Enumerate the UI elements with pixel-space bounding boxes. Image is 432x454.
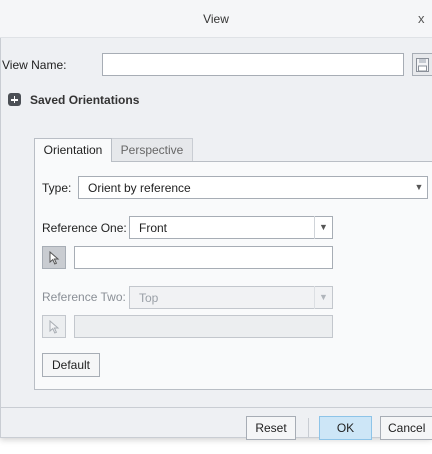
- reference-one-label: Reference One:: [42, 221, 127, 235]
- view-name-input[interactable]: [102, 53, 404, 76]
- window-title: View: [203, 12, 229, 26]
- reference-two-select-button[interactable]: [42, 315, 66, 338]
- type-selected-value: Orient by reference: [88, 181, 191, 195]
- close-icon[interactable]: x: [418, 0, 432, 38]
- footer-divider: [0, 407, 432, 408]
- reference-two-label: Reference Two:: [42, 290, 126, 304]
- pointer-arrow-icon: [49, 320, 60, 334]
- saved-orientations-header[interactable]: Saved Orientations: [30, 93, 139, 107]
- type-label: Type:: [42, 181, 72, 195]
- pointer-arrow-icon: [49, 251, 60, 265]
- view-name-label: View Name:: [2, 58, 67, 72]
- reference-two-field[interactable]: [74, 315, 333, 338]
- reference-two-dropdown[interactable]: [129, 286, 333, 309]
- tab-orientation[interactable]: Orientation: [34, 138, 112, 162]
- reference-one-selected-value: Front: [139, 221, 168, 235]
- tab-perspective[interactable]: Perspective: [111, 138, 193, 161]
- ok-button[interactable]: OK: [319, 416, 372, 440]
- reference-one-select-button[interactable]: [42, 246, 66, 269]
- cancel-button[interactable]: Cancel: [380, 416, 432, 440]
- chevron-down-icon[interactable]: ▼: [314, 286, 332, 309]
- expand-plus-icon[interactable]: [8, 93, 21, 106]
- save-view-button[interactable]: [412, 53, 432, 76]
- button-separator: [308, 418, 309, 438]
- chevron-down-icon[interactable]: ▼: [410, 176, 428, 199]
- default-button[interactable]: Default: [42, 353, 100, 377]
- reference-one-field[interactable]: [74, 246, 333, 269]
- reference-two-selected-value: Top: [139, 291, 159, 305]
- chevron-down-icon[interactable]: ▼: [314, 216, 332, 239]
- save-disk-icon: [416, 58, 429, 72]
- reset-button[interactable]: Reset: [246, 416, 296, 440]
